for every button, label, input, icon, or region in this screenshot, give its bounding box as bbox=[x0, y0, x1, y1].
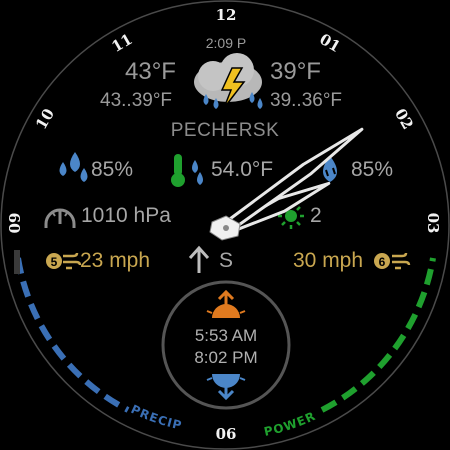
gust-beaufort-badge: 6 bbox=[379, 255, 386, 269]
gust-speed-value: 30 mph bbox=[293, 249, 364, 272]
wind-speed-value: 23 mph bbox=[80, 249, 151, 272]
feels-like-value: 54.0°F bbox=[211, 158, 274, 181]
forecast-temp-range: 39..36°F bbox=[270, 90, 343, 111]
hour-marker-03: 03 bbox=[424, 212, 442, 234]
digital-time: 2:09 P bbox=[205, 35, 247, 51]
forecast-temp: 39°F bbox=[270, 58, 321, 85]
wind-direction-value: S bbox=[219, 249, 234, 272]
humidity-value: 85% bbox=[351, 158, 394, 181]
sunrise-time: 5:53 AM bbox=[194, 326, 258, 345]
hour-marker-12: 12 bbox=[215, 6, 237, 24]
watch-face: PRECIP POWER 5 6 bbox=[0, 0, 450, 450]
hour-marker-06: 06 bbox=[215, 425, 237, 443]
precip-chance-value: 85% bbox=[91, 158, 134, 181]
wind-beaufort-badge: 5 bbox=[51, 255, 58, 269]
uv-index-value: 2 bbox=[310, 204, 322, 227]
pressure-value: 1010 hPa bbox=[81, 204, 171, 227]
sunset-time: 8:02 PM bbox=[194, 348, 258, 367]
current-temp: 43°F bbox=[125, 58, 176, 85]
location-label: PECHERSK bbox=[170, 120, 280, 141]
current-temp-range: 43..39°F bbox=[100, 90, 173, 111]
hour-marker-09: 09 bbox=[6, 212, 24, 234]
